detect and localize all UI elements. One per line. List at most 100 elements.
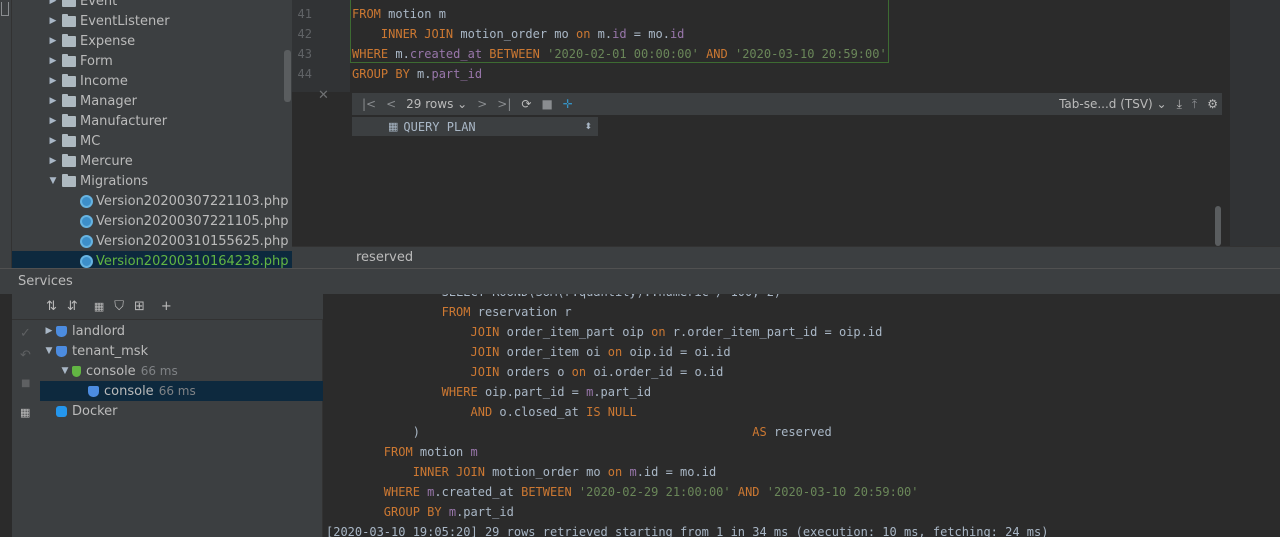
collapse-arrow-icon[interactable]: ▶ bbox=[46, 136, 60, 146]
last-page-icon[interactable]: >| bbox=[497, 97, 511, 111]
code-token: FROM bbox=[441, 305, 471, 319]
folder-icon bbox=[62, 53, 76, 67]
console-line: JOIN order_item oi on oip.id = oi.id bbox=[326, 345, 731, 359]
service-item[interactable]: ▶ landlord bbox=[40, 321, 323, 341]
code-token: JOIN bbox=[470, 325, 500, 339]
refresh-icon[interactable]: ⟳ bbox=[521, 97, 531, 111]
service-item[interactable]: console 66 ms bbox=[40, 381, 323, 401]
code-token: AND bbox=[470, 405, 493, 419]
sort-icon[interactable]: ⬍ bbox=[584, 122, 592, 132]
console-line: SELECT ROUND(SUM(r.quantity)::numeric / … bbox=[326, 294, 782, 299]
code-token: oi.order_id = o.id bbox=[586, 365, 724, 379]
console-line: INNER JOIN motion_order mo on m.id = mo.… bbox=[326, 465, 716, 479]
expand-arrow-icon[interactable]: ▼ bbox=[58, 366, 72, 376]
folder-label: Manager bbox=[80, 93, 137, 109]
code-token: oip.id = oi.id bbox=[622, 345, 731, 359]
folder-label: Mercure bbox=[80, 153, 133, 169]
console-output[interactable]: SELECT ROUND(SUM(r.quantity)::numeric / … bbox=[324, 294, 1280, 537]
code-token: m bbox=[629, 465, 637, 479]
service-item[interactable]: ▼ tenant_msk bbox=[40, 341, 323, 361]
tree-file-item[interactable]: Version20200307221105.php bbox=[80, 211, 288, 231]
collapse-arrow-icon[interactable]: ▶ bbox=[46, 156, 60, 166]
rows-count-dropdown[interactable]: 29 rows ⌄ bbox=[406, 97, 467, 111]
add-service-icon[interactable]: + bbox=[161, 299, 172, 314]
result-scrollbar[interactable] bbox=[1215, 206, 1221, 246]
commit-icon[interactable]: ✓ bbox=[20, 326, 31, 341]
collapse-arrow-icon[interactable]: ▶ bbox=[46, 56, 60, 66]
code-token: on bbox=[607, 345, 623, 359]
stop-icon[interactable]: ■ bbox=[21, 378, 30, 389]
project-tool-icon[interactable] bbox=[1, 2, 9, 16]
code-token: .created_at bbox=[434, 485, 522, 499]
collapse-arrow-icon[interactable]: ▶ bbox=[46, 36, 60, 46]
code-token: o.closed_at bbox=[492, 405, 587, 419]
tree-folder-item[interactable]: ▶ Expense bbox=[46, 31, 135, 51]
filter-icon[interactable]: ⛉ bbox=[114, 299, 124, 314]
expand-all-icon[interactable]: ⇅ bbox=[46, 299, 57, 314]
next-page-icon[interactable]: > bbox=[477, 97, 487, 111]
export-format-dropdown[interactable]: Tab-se...d (TSV) ⌄ bbox=[1059, 97, 1167, 111]
rollback-icon[interactable]: ↶ bbox=[20, 348, 31, 363]
code-token: FROM bbox=[383, 445, 413, 459]
code-token: .part_id bbox=[456, 505, 514, 519]
tree-folder-item[interactable]: ▶ MC bbox=[46, 131, 100, 151]
tree-folder-item[interactable]: ▶ EventListener bbox=[46, 11, 170, 31]
services-title: Services bbox=[18, 274, 73, 289]
tree-file-item[interactable]: Version20200310164238.php bbox=[12, 251, 292, 268]
database-icon bbox=[72, 365, 81, 377]
code-token: motion bbox=[412, 445, 471, 459]
code-token: .part_id bbox=[593, 385, 652, 399]
duration-label: 66 ms bbox=[140, 364, 178, 378]
service-item[interactable]: Docker bbox=[40, 401, 323, 421]
editor-gutter: 41 42 43 44 bbox=[292, 0, 350, 92]
console-line: [2020-03-10 19:05:20] 29 rows retrieved … bbox=[326, 525, 1048, 537]
tree-folder-item[interactable]: ▶ Income bbox=[46, 71, 128, 91]
first-page-icon[interactable]: |< bbox=[362, 97, 376, 111]
php-file-icon bbox=[80, 194, 93, 208]
tool-window-strip bbox=[0, 0, 12, 268]
service-item[interactable]: ▼ console 66 ms bbox=[40, 361, 323, 381]
group-icon[interactable]: ▦ bbox=[94, 300, 104, 313]
expand-arrow-icon[interactable]: ▼ bbox=[42, 346, 56, 356]
settings-gear-icon[interactable]: ⚙ bbox=[1207, 97, 1218, 111]
tree-folder-item[interactable]: ▶ Event bbox=[46, 0, 117, 11]
layout-icon[interactable]: ▦ bbox=[20, 406, 30, 419]
stop-icon[interactable]: ■ bbox=[541, 97, 552, 111]
php-file-icon bbox=[80, 234, 93, 248]
result-column-header[interactable]: ▦ QUERY PLAN ⬍ bbox=[352, 117, 598, 137]
tree-folder-item[interactable]: ▼ Migrations bbox=[46, 171, 148, 191]
download-icon[interactable]: ⤓ bbox=[1177, 97, 1182, 112]
collapse-arrow-icon[interactable]: ▶ bbox=[46, 16, 60, 26]
tree-folder-item[interactable]: ▶ Form bbox=[46, 51, 113, 71]
tree-folder-item[interactable]: ▶ Manufacturer bbox=[46, 111, 167, 131]
expand-arrow-icon[interactable]: ▼ bbox=[46, 176, 60, 186]
expand-arrow-icon[interactable]: ▶ bbox=[42, 326, 56, 336]
line-number: 41 bbox=[297, 7, 312, 21]
new-tab-icon[interactable]: ⊞ bbox=[134, 299, 145, 314]
folder-icon bbox=[62, 0, 76, 7]
tree-file-item[interactable]: Version20200310155625.php bbox=[80, 231, 288, 251]
collapse-arrow-icon[interactable]: ▶ bbox=[46, 116, 60, 126]
pin-icon[interactable]: ✛ bbox=[563, 97, 573, 111]
folder-label: Event bbox=[80, 0, 118, 9]
result-cell-value-bar: reserved bbox=[292, 246, 1280, 268]
folder-icon bbox=[62, 153, 76, 167]
code-token: '2020-02-29 21:00:00' bbox=[578, 485, 731, 499]
project-tree: ▶ Event ▶ EventListener ▶ Expense ▶ Form ▶ Income… bbox=[12, 0, 292, 268]
collapse-arrow-icon[interactable]: ▶ bbox=[46, 0, 60, 6]
tree-folder-item[interactable]: ▶ Manager bbox=[46, 91, 137, 111]
code-token: order_item_part oip bbox=[499, 325, 652, 339]
upload-icon[interactable]: ⤒ bbox=[1192, 97, 1197, 112]
close-results-icon[interactable]: ✕ bbox=[318, 88, 329, 103]
folder-label: Form bbox=[80, 53, 113, 69]
collapse-arrow-icon[interactable]: ▶ bbox=[46, 96, 60, 106]
code-token: on bbox=[607, 465, 623, 479]
code-token: IS NULL bbox=[586, 405, 637, 419]
tree-folder-item[interactable]: ▶ Mercure bbox=[46, 151, 133, 171]
collapse-arrow-icon[interactable]: ▶ bbox=[46, 76, 60, 86]
project-tree-scrollbar[interactable] bbox=[284, 50, 291, 102]
collapse-all-icon[interactable]: ⇵ bbox=[67, 299, 78, 314]
tree-file-item[interactable]: Version20200307221103.php bbox=[80, 191, 288, 211]
prev-page-icon[interactable]: < bbox=[386, 97, 396, 111]
